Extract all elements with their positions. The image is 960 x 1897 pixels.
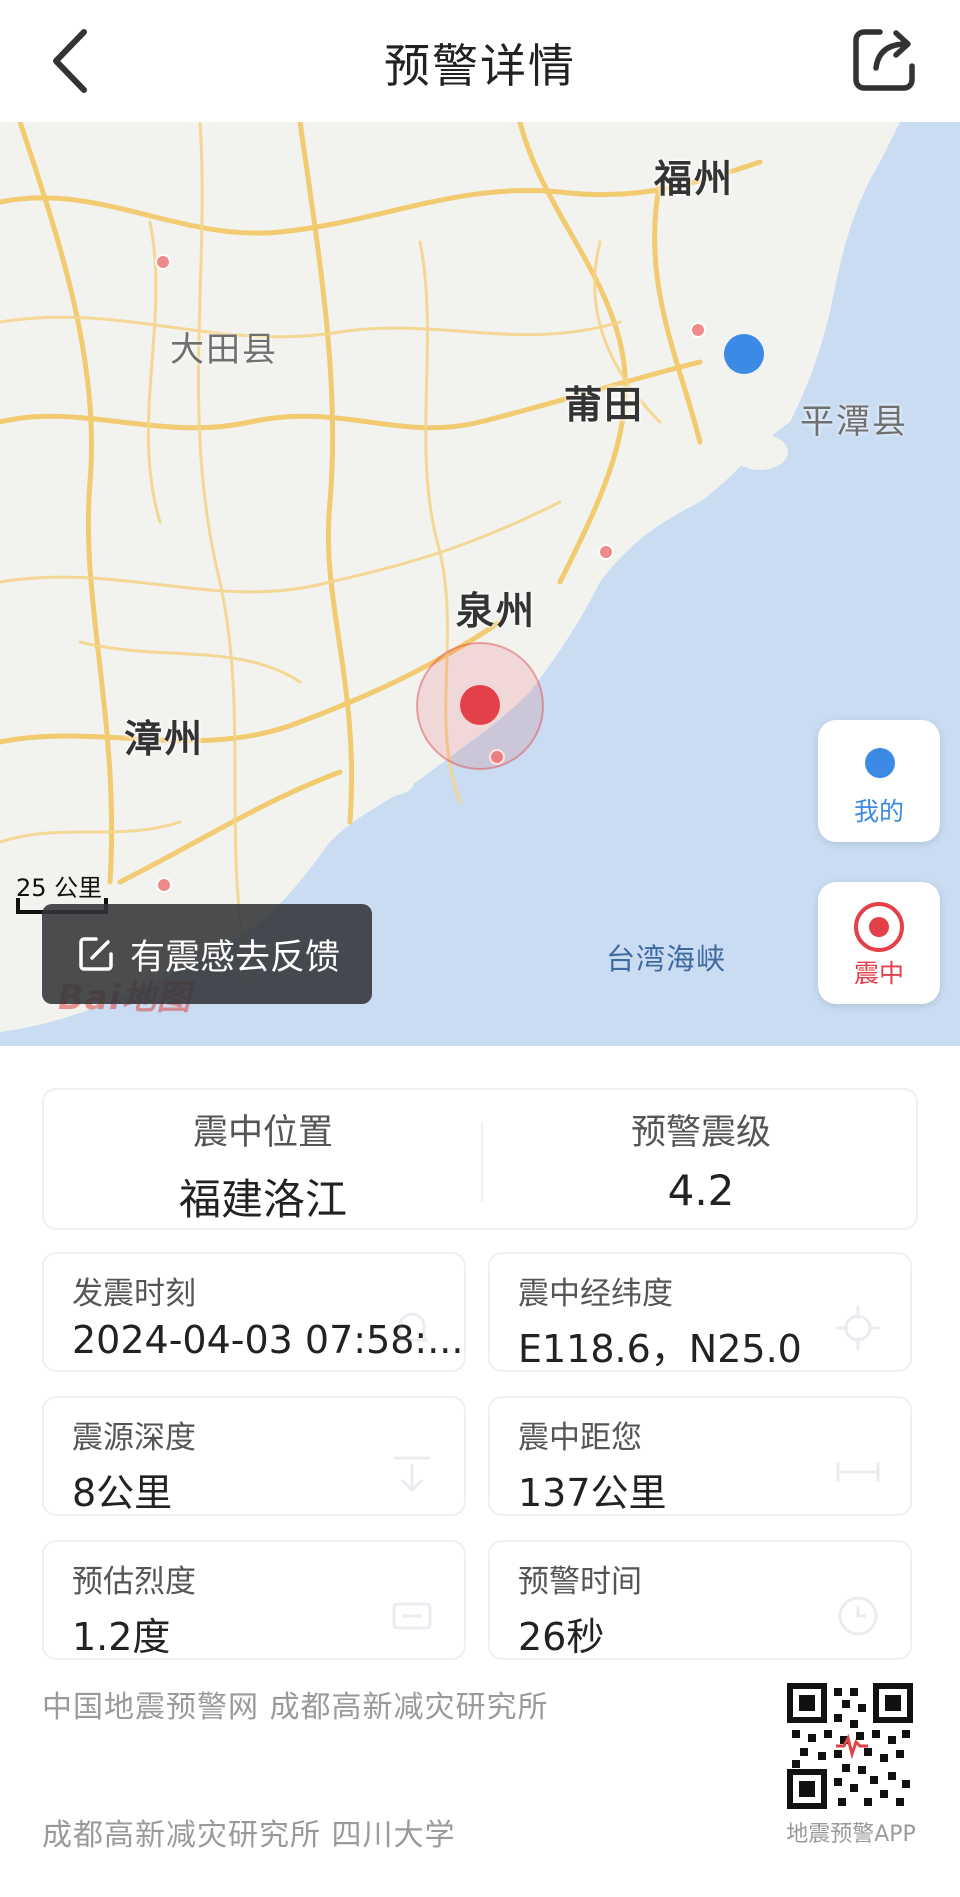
detail-label: 震源深度 (72, 1420, 196, 1456)
share-icon (853, 29, 915, 91)
map-view[interactable]: 福州 莆田 泉州 漳州 大田县 平潭县 台湾海峡 25 公里 Bai地图 有震感… (0, 122, 960, 1046)
sea-label: 台湾海峡 (606, 942, 727, 976)
crosshair-icon (836, 1306, 880, 1350)
organization-text: 成都高新减灾研究所 四川大学 (42, 1818, 456, 1853)
magnitude-label: 预警震级 (630, 1113, 771, 1153)
detail-label: 预警时间 (518, 1564, 642, 1600)
feedback-button-label: 有震感去反馈 (130, 937, 341, 978)
magnitude-block: 预警震级 4.2 (482, 1090, 920, 1232)
edit-icon (79, 937, 113, 971)
detail-value: 137公里 (518, 1471, 667, 1515)
city-label-fuzhou: 福州 (654, 157, 735, 201)
summary-card: 震中位置 福建洛江 预警震级 4.2 (42, 1088, 918, 1230)
data-source-text: 中国地震预警网 成都高新减灾研究所 (42, 1690, 549, 1725)
detail-tile-intensity: 预估烈度 1.2度 (42, 1540, 466, 1660)
feedback-button[interactable]: 有震感去反馈 (42, 904, 372, 1004)
my-location-label: 我的 (853, 797, 904, 826)
location-label: 震中位置 (192, 1113, 333, 1153)
depth-icon (394, 1456, 430, 1493)
magnitude-value: 4.2 (667, 1166, 735, 1215)
page-title: 预警详情 (384, 39, 576, 93)
detail-label: 震中经纬度 (518, 1276, 673, 1312)
detail-tile-depth: 震源深度 8公里 (42, 1396, 466, 1516)
header-bar: 预警详情 (0, 0, 960, 122)
detail-tile-distance: 震中距您 137公里 (488, 1396, 912, 1516)
qr-code-image (784, 1680, 916, 1812)
location-block: 震中位置 福建洛江 (44, 1090, 482, 1232)
city-label-quanzhou: 泉州 (456, 589, 537, 633)
epicenter-button[interactable]: 震中 (818, 882, 940, 1004)
intensity-icon (392, 1602, 432, 1630)
detail-label: 预估烈度 (72, 1564, 196, 1600)
county-label-pingtan: 平潭县 (800, 402, 908, 442)
detail-label: 发震时刻 (72, 1276, 196, 1312)
detail-value: E118.6，N25.0 (518, 1327, 802, 1371)
detail-value: 1.2度 (72, 1615, 171, 1659)
bell-icon (396, 1312, 428, 1342)
target-icon (854, 902, 904, 952)
location-dot-icon (865, 748, 895, 778)
my-location-marker (724, 334, 764, 374)
city-label-zhangzhou: 漳州 (124, 717, 205, 761)
qr-code-label: 地震预警APP (786, 1822, 916, 1847)
clock-icon (838, 1596, 878, 1636)
city-label-putian: 莆田 (564, 383, 645, 427)
county-label-datian: 大田县 (170, 330, 278, 370)
distance-icon (836, 1462, 880, 1482)
share-button[interactable] (850, 24, 920, 94)
my-location-button[interactable]: 我的 (818, 720, 940, 842)
detail-tile-time: 发震时刻 2024-04-03 07:58:... (42, 1252, 466, 1372)
epicenter-label: 震中 (853, 959, 904, 988)
detail-tile-coordinates: 震中经纬度 E118.6，N25.0 (488, 1252, 912, 1372)
detail-label: 震中距您 (518, 1420, 642, 1456)
detail-tile-warning-time: 预警时间 26秒 (488, 1540, 912, 1660)
epicenter-marker (460, 685, 500, 725)
detail-value: 26秒 (518, 1615, 605, 1659)
detail-value: 8公里 (72, 1471, 173, 1515)
location-value: 福建洛江 (178, 1175, 347, 1224)
